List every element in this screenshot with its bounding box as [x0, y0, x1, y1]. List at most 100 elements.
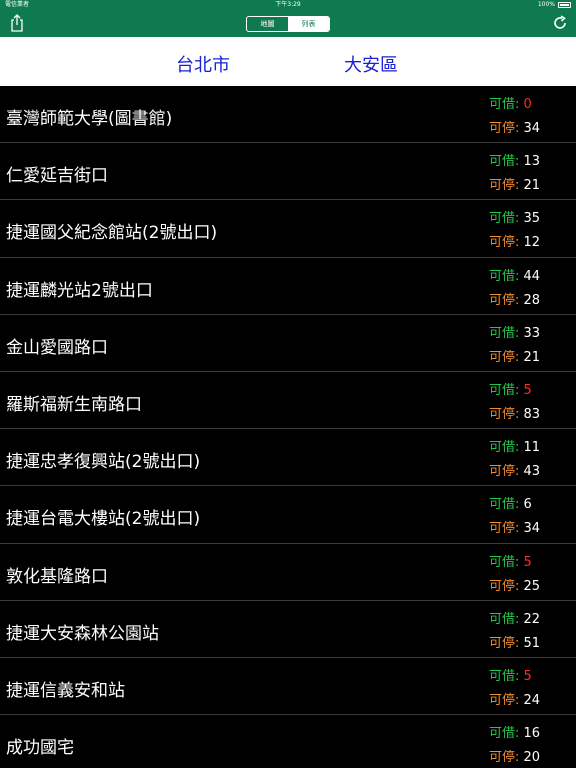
station-stats: 可借: 11 可停: 43: [489, 436, 540, 484]
station-row[interactable]: 成功國宅 可借: 16 可停: 20: [0, 715, 576, 768]
station-name: 成功國宅: [6, 738, 74, 759]
borrow-line: 可借: 33: [489, 322, 540, 346]
station-row[interactable]: 捷運國父紀念館站(2號出口) 可借: 35 可停: 12: [0, 200, 576, 258]
park-label: 可停:: [489, 406, 520, 422]
station-name: 捷運國父紀念館站(2號出口): [6, 223, 218, 244]
station-name: 敦化基隆路口: [6, 566, 108, 587]
station-name: 捷運大安森林公園站: [6, 623, 159, 644]
station-name: 捷運麟光站2號出口: [6, 280, 153, 301]
borrow-label: 可借:: [489, 668, 520, 684]
status-bar: 電信業者 下午3:29 100%: [0, 0, 576, 10]
park-label: 可停:: [489, 750, 520, 766]
borrow-count: 6: [523, 497, 532, 513]
park-label: 可停:: [489, 578, 520, 594]
station-list: 臺灣師範大學(圖書館) 可借: 0 可停: 34 仁愛延吉街口 可借: 13 可停: 21…: [0, 86, 576, 768]
battery-percent: 100%: [537, 1, 555, 8]
station-row[interactable]: 捷運信義安和站 可借: 5 可停: 24: [0, 658, 576, 716]
station-row[interactable]: 敦化基隆路口 可借: 5 可停: 25: [0, 544, 576, 601]
park-count: 34: [523, 521, 541, 537]
park-line: 可停: 34: [489, 117, 540, 141]
park-line: 可停: 21: [489, 346, 540, 370]
view-segmented-control: 地圖 列表: [246, 16, 330, 32]
park-label: 可停:: [489, 692, 520, 708]
park-count: 21: [523, 178, 541, 194]
station-stats: 可借: 5 可停: 25: [489, 551, 540, 599]
park-label: 可停:: [489, 178, 520, 194]
station-name: 仁愛延吉街口: [6, 166, 108, 187]
share-button[interactable]: [9, 14, 25, 32]
park-count: 34: [523, 121, 541, 136]
battery-icon: [558, 2, 571, 8]
park-count: 25: [523, 578, 541, 594]
borrow-label: 可借:: [489, 440, 520, 456]
park-count: 83: [523, 406, 541, 422]
park-line: 可停: 43: [489, 460, 540, 484]
share-icon: [11, 14, 23, 32]
park-count: 43: [523, 464, 541, 480]
station-name: 金山愛國路口: [6, 337, 108, 358]
station-stats: 可借: 6 可停: 34: [489, 493, 540, 541]
park-line: 可停: 83: [489, 403, 540, 427]
borrow-label: 可借:: [489, 268, 520, 284]
park-line: 可停: 34: [489, 517, 540, 541]
refresh-icon: [554, 15, 566, 29]
station-row[interactable]: 捷運台電大樓站(2號出口) 可借: 6 可停: 34: [0, 486, 576, 544]
borrow-label: 可借:: [489, 382, 520, 398]
borrow-count: 11: [523, 440, 541, 456]
park-label: 可停:: [489, 349, 520, 365]
park-label: 可停:: [489, 635, 520, 651]
borrow-count: 33: [523, 325, 541, 341]
borrow-line: 可借: 5: [489, 551, 540, 575]
borrow-count: 44: [523, 268, 541, 284]
navigation-bar: 電信業者 下午3:29 100% 地圖 列表: [0, 0, 576, 37]
park-label: 可停:: [489, 292, 520, 308]
park-line: 可停: 28: [489, 289, 540, 313]
borrow-count: 22: [523, 611, 541, 627]
segment-map[interactable]: 地圖: [247, 17, 288, 31]
borrow-line: 可借: 11: [489, 436, 540, 460]
segment-list[interactable]: 列表: [288, 17, 329, 31]
borrow-label: 可借:: [489, 97, 520, 112]
station-stats: 可借: 5 可停: 24: [489, 665, 540, 713]
borrow-count: 16: [523, 726, 541, 742]
station-stats: 可借: 0 可停: 34: [489, 93, 540, 141]
borrow-count: 13: [523, 154, 541, 170]
station-stats: 可借: 35 可停: 12: [489, 207, 540, 255]
park-label: 可停:: [489, 521, 520, 537]
station-row[interactable]: 羅斯福新生南路口 可借: 5 可停: 83: [0, 372, 576, 430]
station-stats: 可借: 44 可停: 28: [489, 265, 540, 313]
station-name: 捷運信義安和站: [6, 680, 125, 701]
station-row[interactable]: 捷運忠孝復興站(2號出口) 可借: 11 可停: 43: [0, 429, 576, 487]
district-selector[interactable]: 大安區: [344, 51, 398, 77]
park-label: 可停:: [489, 464, 520, 480]
borrow-label: 可借:: [489, 497, 520, 513]
station-row[interactable]: 金山愛國路口 可借: 33 可停: 21: [0, 315, 576, 372]
borrow-label: 可借:: [489, 154, 520, 170]
refresh-button[interactable]: [552, 15, 568, 31]
station-stats: 可借: 22 可停: 51: [489, 608, 540, 656]
battery-indicator: 100%: [538, 0, 571, 10]
park-count: 28: [523, 292, 541, 308]
city-selector[interactable]: 台北市: [176, 51, 230, 77]
borrow-count: 35: [523, 211, 541, 227]
park-line: 可停: 21: [489, 174, 540, 198]
borrow-line: 可借: 13: [489, 150, 540, 174]
station-row[interactable]: 捷運大安森林公園站 可借: 22 可停: 51: [0, 601, 576, 658]
borrow-label: 可借:: [489, 211, 520, 227]
park-label: 可停:: [489, 235, 520, 251]
park-count: 20: [523, 750, 541, 766]
station-row[interactable]: 臺灣師範大學(圖書館) 可借: 0 可停: 34: [0, 86, 576, 144]
status-time: 下午3:29: [275, 1, 301, 8]
station-row[interactable]: 捷運麟光站2號出口 可借: 44 可停: 28: [0, 258, 576, 315]
station-stats: 可借: 16 可停: 20: [489, 722, 540, 768]
borrow-count: 5: [523, 382, 532, 398]
station-row[interactable]: 仁愛延吉街口 可借: 13 可停: 21: [0, 143, 576, 201]
station-name: 羅斯福新生南路口: [6, 394, 142, 415]
station-stats: 可借: 5 可停: 83: [489, 379, 540, 427]
borrow-count: 0: [523, 97, 532, 112]
borrow-count: 5: [523, 668, 532, 684]
borrow-line: 可借: 44: [489, 265, 540, 289]
park-count: 12: [523, 235, 541, 251]
park-line: 可停: 24: [489, 689, 540, 713]
borrow-label: 可借:: [489, 554, 520, 570]
